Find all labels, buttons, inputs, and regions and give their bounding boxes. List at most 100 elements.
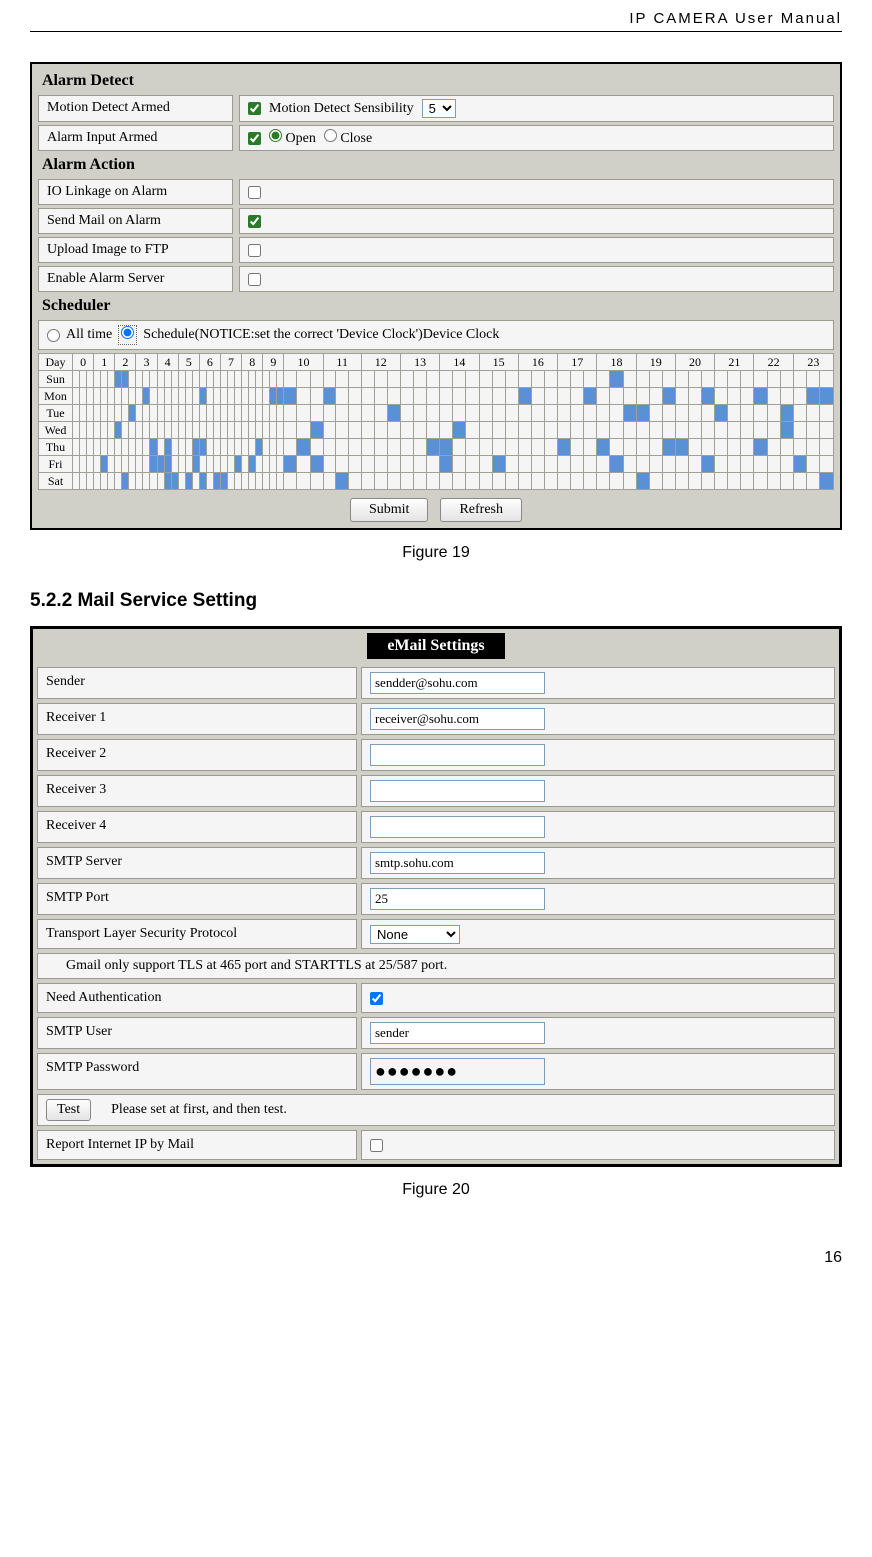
schedule-cell[interactable] [728, 473, 741, 490]
schedule-cell[interactable] [249, 422, 256, 439]
schedule-cell[interactable] [192, 371, 199, 388]
alarm-input-checkbox[interactable] [248, 132, 261, 145]
schedule-cell[interactable] [122, 473, 129, 490]
alarm-server-checkbox[interactable] [248, 273, 261, 286]
schedule-cell[interactable] [767, 422, 780, 439]
schedule-cell[interactable] [780, 405, 793, 422]
schedule-cell[interactable] [157, 405, 164, 422]
schedule-cell[interactable] [192, 422, 199, 439]
schedule-cell[interactable] [150, 422, 157, 439]
schedule-cell[interactable] [675, 456, 688, 473]
schedule-cell[interactable] [518, 388, 531, 405]
schedule-cell[interactable] [178, 405, 185, 422]
schedule-cell[interactable] [94, 473, 101, 490]
schedule-cell[interactable] [185, 388, 192, 405]
schedule-cell[interactable] [284, 371, 297, 388]
schedule-cell[interactable] [427, 439, 440, 456]
schedule-cell[interactable] [715, 371, 728, 388]
schedule-cell[interactable] [361, 439, 374, 456]
schedule-cell[interactable] [571, 456, 584, 473]
schedule-cell[interactable] [806, 371, 819, 388]
schedule-cell[interactable] [767, 439, 780, 456]
motion-detect-checkbox[interactable] [248, 102, 261, 115]
schedule-cell[interactable] [323, 371, 336, 388]
schedule-cell[interactable] [571, 405, 584, 422]
schedule-cell[interactable] [806, 422, 819, 439]
schedule-cell[interactable] [492, 371, 505, 388]
schedule-cell[interactable] [143, 422, 150, 439]
schedule-cell[interactable] [767, 405, 780, 422]
schedule-cell[interactable] [310, 473, 323, 490]
schedule-cell[interactable] [80, 405, 87, 422]
schedule-cell[interactable] [440, 405, 453, 422]
schedule-cell[interactable] [206, 439, 213, 456]
schedule-cell[interactable] [87, 371, 94, 388]
schedule-cell[interactable] [741, 388, 754, 405]
schedule-cell[interactable] [702, 473, 715, 490]
schedule-cell[interactable] [414, 422, 427, 439]
schedule-cell[interactable] [185, 456, 192, 473]
schedule-cell[interactable] [440, 422, 453, 439]
schedule-cell[interactable] [220, 388, 227, 405]
schedule-cell[interactable] [715, 473, 728, 490]
schedule-cell[interactable] [492, 405, 505, 422]
schedule-cell[interactable] [453, 439, 466, 456]
schedule-cell[interactable] [754, 422, 767, 439]
schedule-cell[interactable] [361, 473, 374, 490]
schedule-cell[interactable] [310, 456, 323, 473]
schedule-cell[interactable] [228, 405, 235, 422]
schedule-cell[interactable] [164, 473, 171, 490]
schedule-cell[interactable] [806, 388, 819, 405]
schedule-cell[interactable] [819, 388, 833, 405]
schedule-cell[interactable] [518, 439, 531, 456]
schedule-cell[interactable] [374, 422, 387, 439]
schedule-cell[interactable] [374, 371, 387, 388]
receiver4-input[interactable] [370, 816, 545, 838]
schedule-cell[interactable] [662, 388, 675, 405]
schedule-cell[interactable] [649, 371, 662, 388]
schedule-cell[interactable] [531, 456, 544, 473]
schedule-cell[interactable] [688, 371, 701, 388]
schedule-cell[interactable] [492, 439, 505, 456]
schedule-cell[interactable] [806, 405, 819, 422]
schedule-cell[interactable] [440, 456, 453, 473]
schedule-cell[interactable] [213, 473, 220, 490]
schedule-cell[interactable] [256, 371, 263, 388]
schedule-cell[interactable] [349, 405, 362, 422]
schedule-cell[interactable] [242, 371, 249, 388]
schedule-cell[interactable] [728, 371, 741, 388]
schedule-cell[interactable] [73, 371, 80, 388]
schedule-cell[interactable] [235, 422, 242, 439]
schedule-cell[interactable] [101, 388, 108, 405]
schedule-cell[interactable] [157, 388, 164, 405]
schedule-cell[interactable] [199, 439, 206, 456]
schedule-cell[interactable] [453, 388, 466, 405]
schedule-cell[interactable] [793, 422, 806, 439]
schedule-cell[interactable] [150, 388, 157, 405]
schedule-cell[interactable] [780, 473, 793, 490]
schedule-cell[interactable] [185, 405, 192, 422]
schedule-cell[interactable] [819, 456, 833, 473]
schedule-cell[interactable] [728, 456, 741, 473]
schedule-cell[interactable] [479, 405, 492, 422]
schedule-cell[interactable] [518, 456, 531, 473]
schedule-cell[interactable] [157, 422, 164, 439]
schedule-cell[interactable] [242, 456, 249, 473]
schedule-cell[interactable] [256, 388, 263, 405]
schedule-cell[interactable] [263, 371, 270, 388]
schedule-cell[interactable] [115, 473, 122, 490]
schedule-cell[interactable] [518, 371, 531, 388]
schedule-cell[interactable] [427, 388, 440, 405]
schedule-cell[interactable] [122, 422, 129, 439]
schedule-cell[interactable] [206, 405, 213, 422]
schedule-cell[interactable] [129, 405, 136, 422]
schedule-cell[interactable] [249, 439, 256, 456]
schedule-cell[interactable] [466, 405, 479, 422]
test-button[interactable]: Test [46, 1099, 91, 1121]
schedule-cell[interactable] [122, 439, 129, 456]
schedule-cell[interactable] [108, 473, 115, 490]
schedule-cell[interactable] [323, 388, 336, 405]
schedule-cell[interactable] [662, 422, 675, 439]
schedule-cell[interactable] [284, 456, 297, 473]
schedule-cell[interactable] [249, 371, 256, 388]
